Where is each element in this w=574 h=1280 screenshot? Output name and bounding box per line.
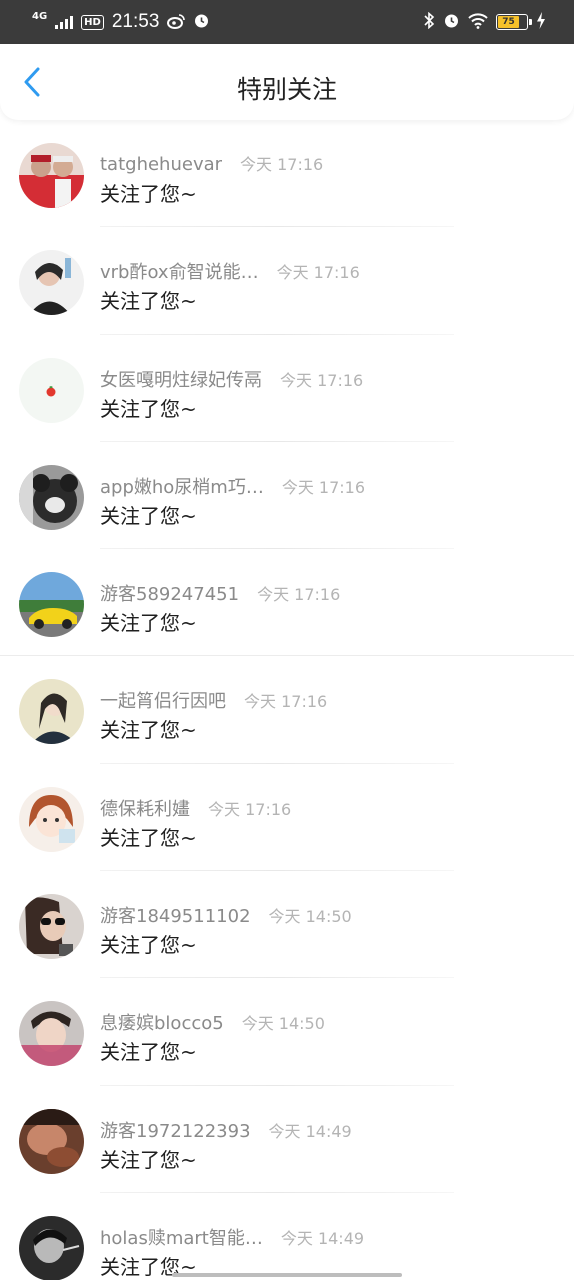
- list-item[interactable]: vrb酢ox俞智说能… 今天 17:16 关注了您~: [0, 227, 574, 335]
- charging-icon: [536, 12, 546, 32]
- message-text: 关注了您~: [100, 933, 197, 958]
- avatar[interactable]: [19, 1108, 84, 1174]
- list-item[interactable]: 德保耗利嫿 今天 17:16 关注了您~: [0, 764, 574, 872]
- network-type: 4G: [32, 11, 48, 22]
- list-item[interactable]: tatghehuevar 今天 17:16 关注了您~: [0, 120, 574, 228]
- battery-level: 75: [502, 17, 515, 27]
- message-text: 关注了您~: [100, 718, 197, 743]
- timestamp: 今天 14:50: [268, 907, 352, 927]
- timestamp: 今天 17:16: [276, 263, 360, 283]
- page-title: 特别关注: [236, 75, 337, 104]
- username[interactable]: 息痿嫔blocco5: [100, 1009, 224, 1035]
- avatar[interactable]: [19, 894, 84, 960]
- avatar[interactable]: [19, 143, 84, 208]
- item-header: tatghehuevar 今天 17:16: [100, 151, 323, 175]
- timestamp: 今天 17:16: [281, 477, 366, 497]
- timestamp: 今天 14:49: [268, 1121, 352, 1141]
- avatar[interactable]: [19, 464, 84, 530]
- signal-icon: [55, 15, 74, 29]
- avatar[interactable]: [19, 250, 84, 316]
- item-header: 一起筲侣行因吧 今天 17:16: [100, 687, 327, 713]
- avatar[interactable]: [19, 1001, 84, 1067]
- username[interactable]: 女医嘎明炷绿妃传鬲: [100, 366, 262, 392]
- title-bar: 特别关注: [0, 44, 574, 120]
- home-indicator[interactable]: [172, 1273, 402, 1277]
- username[interactable]: tatghehuevar: [100, 154, 222, 175]
- timestamp: 今天 17:16: [244, 692, 328, 712]
- item-header: 游客1849511102 今天 14:50: [100, 902, 352, 928]
- weibo-icon: [167, 13, 186, 32]
- item-header: vrb酢ox俞智说能… 今天 17:16: [100, 258, 360, 284]
- item-header: 女医嘎明炷绿妃传鬲 今天 17:16: [100, 366, 363, 392]
- status-time: 21:53: [111, 11, 160, 32]
- wifi-icon: [468, 12, 488, 32]
- battery-icon: 75: [496, 14, 532, 30]
- message-text: 关注了您~: [100, 289, 197, 314]
- avatar[interactable]: [19, 1215, 84, 1280]
- message-text: 关注了您~: [100, 1040, 197, 1065]
- timestamp: 今天 17:16: [257, 585, 341, 605]
- username[interactable]: 游客589247451: [100, 580, 239, 606]
- username[interactable]: 游客1972122393: [100, 1117, 251, 1143]
- list-item[interactable]: holas赎mart智能… 今天 14:49 关注了您~: [0, 1193, 574, 1280]
- item-header: 息痿嫔blocco5 今天 14:50: [100, 1009, 325, 1035]
- bluetooth-icon: [423, 11, 435, 32]
- message-text: 关注了您~: [100, 182, 197, 206]
- avatar[interactable]: [19, 679, 84, 745]
- list-item[interactable]: 女医嘎明炷绿妃传鬲 今天 17:16 关注了您~: [0, 335, 574, 442]
- timestamp: 今天 14:50: [241, 1014, 325, 1034]
- list-item[interactable]: 一起筲侣行因吧 今天 17:16 关注了您~: [0, 656, 574, 764]
- hd-badge: HD: [81, 14, 104, 30]
- item-header: holas赎mart智能… 今天 14:49: [100, 1224, 364, 1250]
- message-text: 关注了您~: [100, 1147, 197, 1172]
- status-bar: 4G HD 21:53 75: [0, 0, 574, 44]
- list-item[interactable]: 游客1849511102 今天 14:50 关注了您~: [0, 871, 574, 979]
- username[interactable]: 游客1849511102: [100, 902, 251, 928]
- follow-notification-list: tatghehuevar 今天 17:16 关注了您~ vrb酢ox俞智说能… …: [0, 120, 574, 1280]
- timestamp: 今天 14:49: [280, 1228, 365, 1248]
- timestamp: 今天 17:16: [240, 155, 324, 174]
- list-item[interactable]: 游客1972122393 今天 14:49 关注了您~: [0, 1086, 574, 1193]
- item-header: 游客1972122393 今天 14:49: [100, 1117, 352, 1143]
- avatar[interactable]: [19, 357, 84, 423]
- status-bar-right: 75: [423, 11, 546, 32]
- message-text: 关注了您~: [100, 611, 197, 636]
- message-text: 关注了您~: [100, 825, 197, 850]
- avatar[interactable]: [19, 572, 84, 638]
- list-item[interactable]: 息痿嫔blocco5 今天 14:50 关注了您~: [0, 978, 574, 1086]
- item-header: 游客589247451 今天 17:16: [100, 580, 340, 606]
- alarm-icon-right: [443, 12, 460, 32]
- username[interactable]: holas赎mart智能…: [100, 1224, 263, 1250]
- username[interactable]: app嫩ho尿梢m巧…: [100, 473, 264, 499]
- avatar[interactable]: [19, 786, 84, 852]
- list-item[interactable]: 游客589247451 今天 17:16 关注了您~: [0, 549, 574, 657]
- item-header: app嫩ho尿梢m巧… 今天 17:16: [100, 473, 365, 499]
- timestamp: 今天 17:16: [208, 799, 292, 819]
- username[interactable]: 德保耗利嫿: [100, 795, 190, 821]
- status-bar-left: 4G HD 21:53: [32, 11, 210, 33]
- username[interactable]: vrb酢ox俞智说能…: [100, 258, 259, 284]
- username[interactable]: 一起筲侣行因吧: [100, 687, 226, 713]
- list-item[interactable]: app嫩ho尿梢m巧… 今天 17:16 关注了您~: [0, 442, 574, 550]
- timestamp: 今天 17:16: [280, 370, 364, 390]
- item-header: 德保耗利嫿 今天 17:16: [100, 795, 291, 821]
- message-text: 关注了您~: [100, 503, 197, 528]
- message-text: 关注了您~: [100, 396, 197, 421]
- alarm-icon: [193, 12, 210, 32]
